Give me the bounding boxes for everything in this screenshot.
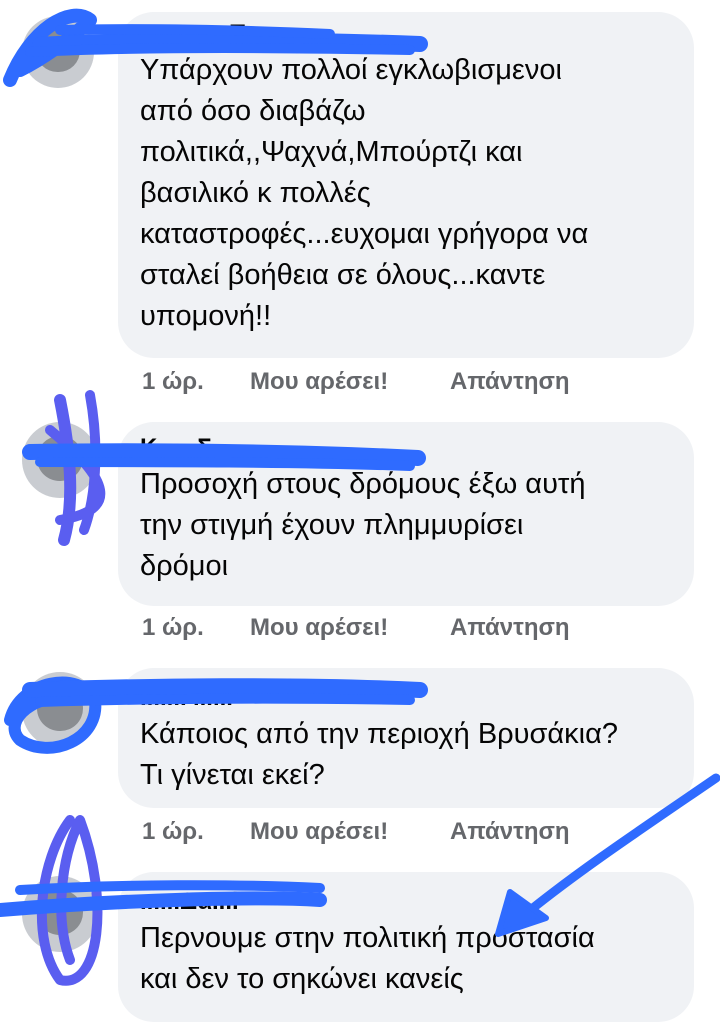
comment-timestamp[interactable]: 1 ώρ. [142,818,250,846]
comment-timestamp[interactable]: 1 ώρ. [142,368,250,396]
reply-button[interactable]: Απάντηση [450,368,570,396]
comment-author[interactable]: ......Ρ...... [140,682,672,714]
reply-button[interactable]: Απάντηση [450,614,570,642]
like-button[interactable]: Μου αρέσει! [250,614,450,642]
comment-actions: 1 ώρ. Μου αρέσει! Απάντηση [142,364,570,400]
comment-timestamp[interactable]: 1 ώρ. [142,614,250,642]
commenter-avatar[interactable] [22,876,98,952]
comment-author[interactable]: Αν......ς Π...ς [140,18,672,50]
commenter-avatar[interactable] [22,16,94,88]
commenter-avatar[interactable] [22,422,98,498]
comment-bubble: ......Δα...l Περνουμε στην πολιτική προσ… [118,872,694,1022]
comment-text: Προσοχή στους δρόμους έξω αυτή την στιγμ… [140,468,586,582]
like-button[interactable]: Μου αρέσει! [250,368,450,396]
comment-actions: 1 ώρ. Μου αρέσει! Απάντηση [142,814,570,850]
comment-text: Υπάρχουν πολλοί εγκλωβισμενοι από όσο δι… [140,54,589,332]
comment-bubble: ......Ρ...... Κάποιος από την περιοχή Βρ… [118,668,694,808]
like-button[interactable]: Μου αρέσει! [250,818,450,846]
comment-bubble: Κ......Σ...... Προσοχή στους δρόμους έξω… [118,422,694,606]
commenter-avatar[interactable] [22,672,98,748]
comment-author[interactable]: ......Δα...l [140,886,672,918]
comment-text: Περνουμε στην πολιτική προστασία και δεν… [140,922,595,995]
comment-author[interactable]: Κ......Σ...... [140,432,672,464]
reply-button[interactable]: Απάντηση [450,818,570,846]
comment-bubble: Αν......ς Π...ς Υπάρχουν πολλοί εγκλωβισ… [118,12,694,358]
comment-text: Κάποιος από την περιοχή Βρυσάκια? Τι γίν… [140,718,619,791]
comment-actions: 1 ώρ. Μου αρέσει! Απάντηση [142,610,570,646]
